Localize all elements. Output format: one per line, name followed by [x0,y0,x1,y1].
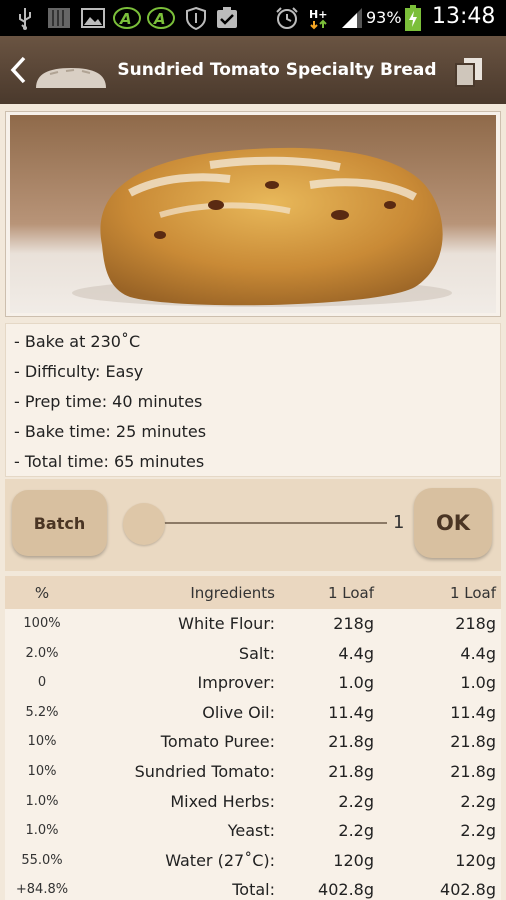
amount-1: 4.4g [338,643,374,663]
amount-2: 2.2g [460,791,496,811]
percent-cell: +84.8% [15,882,69,898]
ingredients-table: % Ingredients 1 Loaf 1 Loaf 100% White Fl… [5,576,501,900]
percent-cell: 5.2% [25,704,59,720]
batch-slider-track[interactable] [155,522,387,524]
amount-1: 402.8g [318,880,374,900]
percent-cell: 55.0% [21,852,63,868]
recipe-photo-frame [5,111,501,317]
svg-text:A: A [119,10,132,28]
hplus-data-icon: H+ [309,8,327,30]
clipboard-check-icon [217,7,237,28]
ingredient-name: Water (27˚C): [165,850,275,870]
ingredient-name: White Flour: [178,614,275,633]
page-title: Sundried Tomato Specialty Bread [117,60,437,80]
info-bake-temp: - Bake at 230˚C [14,332,141,351]
header-percent: % [34,584,50,602]
info-bake-time: - Bake time: 25 minutes [14,422,207,441]
amount-2: 218g [455,614,496,633]
bread-logo-icon[interactable] [34,64,108,90]
amount-1: 21.8g [328,762,374,781]
amount-2: 11.4g [450,702,496,722]
ingredient-name: Mixed Herbs: [170,791,275,811]
battery-percent: 93% [366,8,402,27]
svg-text:A: A [153,10,166,28]
shield-icon [186,6,206,30]
percent-cell: 2.0% [25,645,59,661]
info-total-time: - Total time: 65 minutes [14,452,205,471]
battery-charging-icon [405,5,421,31]
ingredient-name: Total: [232,880,275,900]
percent-cell: 10% [27,764,57,779]
header-amount-2: 1 Loaf [449,584,496,602]
ingredient-name: Improver: [197,673,275,693]
header-ingredients: Ingredients [190,584,275,602]
ingredient-name: Sundried Tomato: [134,762,275,781]
info-difficulty: - Difficulty: Easy [14,362,144,381]
bread-photo [10,115,496,313]
batch-button[interactable]: Batch [12,490,107,556]
amount-2: 120g [455,850,496,870]
action-bar: Sundried Tomato Specialty Bread [0,36,506,104]
table-header: % Ingredients 1 Loaf 1 Loaf [5,576,501,609]
app-icon: A [113,7,141,29]
amount-2: 21.8g [450,762,496,781]
svg-text:H+: H+ [309,8,327,21]
ingredient-name: Salt: [238,643,275,663]
amount-1: 218g [333,614,374,633]
image-icon [81,8,105,28]
recipe-info-panel: - Bake at 230˚C - Difficulty: Easy - Pre… [5,323,501,477]
amount-1: 120g [333,850,374,870]
info-prep-time: - Prep time: 40 minutes [14,392,203,411]
header-amount-1: 1 Loaf [327,584,374,602]
batch-slider-value: 1 [393,512,405,533]
batch-controls: Batch 1 OK [5,479,501,571]
ingredient-name: Olive Oil: [202,702,275,722]
amount-1: 11.4g [328,702,374,722]
amount-1: 2.2g [338,791,374,811]
status-bar: A A H+ 93% 13:48 [0,0,506,36]
ingredient-name: Tomato Puree: [160,732,275,752]
percent-cell: 10% [27,734,57,750]
clock: 13:48 [432,4,496,29]
amount-2: 4.4g [460,643,496,663]
percent-cell: 0 [37,675,47,691]
signal-icon [342,8,362,28]
ingredient-name: Yeast: [227,821,275,841]
amount-1: 21.8g [328,732,374,752]
usb-icon [19,8,31,30]
alarm-icon [276,7,298,29]
storage-icon [48,8,70,28]
percent-cell: 100% [23,616,61,631]
percent-cell: 1.0% [25,823,59,839]
batch-slider-thumb[interactable] [123,503,165,545]
amount-2: 2.2g [460,821,496,841]
back-chevron-icon[interactable] [8,54,30,86]
percent-cell: 1.0% [25,793,59,809]
amount-2: 402.8g [440,880,496,900]
amount-2: 1.0g [460,673,496,693]
amount-1: 1.0g [338,673,374,693]
amount-1: 2.2g [338,821,374,841]
app-icon: A [147,7,175,29]
ok-button[interactable]: OK [414,488,492,558]
amount-2: 21.8g [450,732,496,752]
copy-icon[interactable] [454,56,484,88]
